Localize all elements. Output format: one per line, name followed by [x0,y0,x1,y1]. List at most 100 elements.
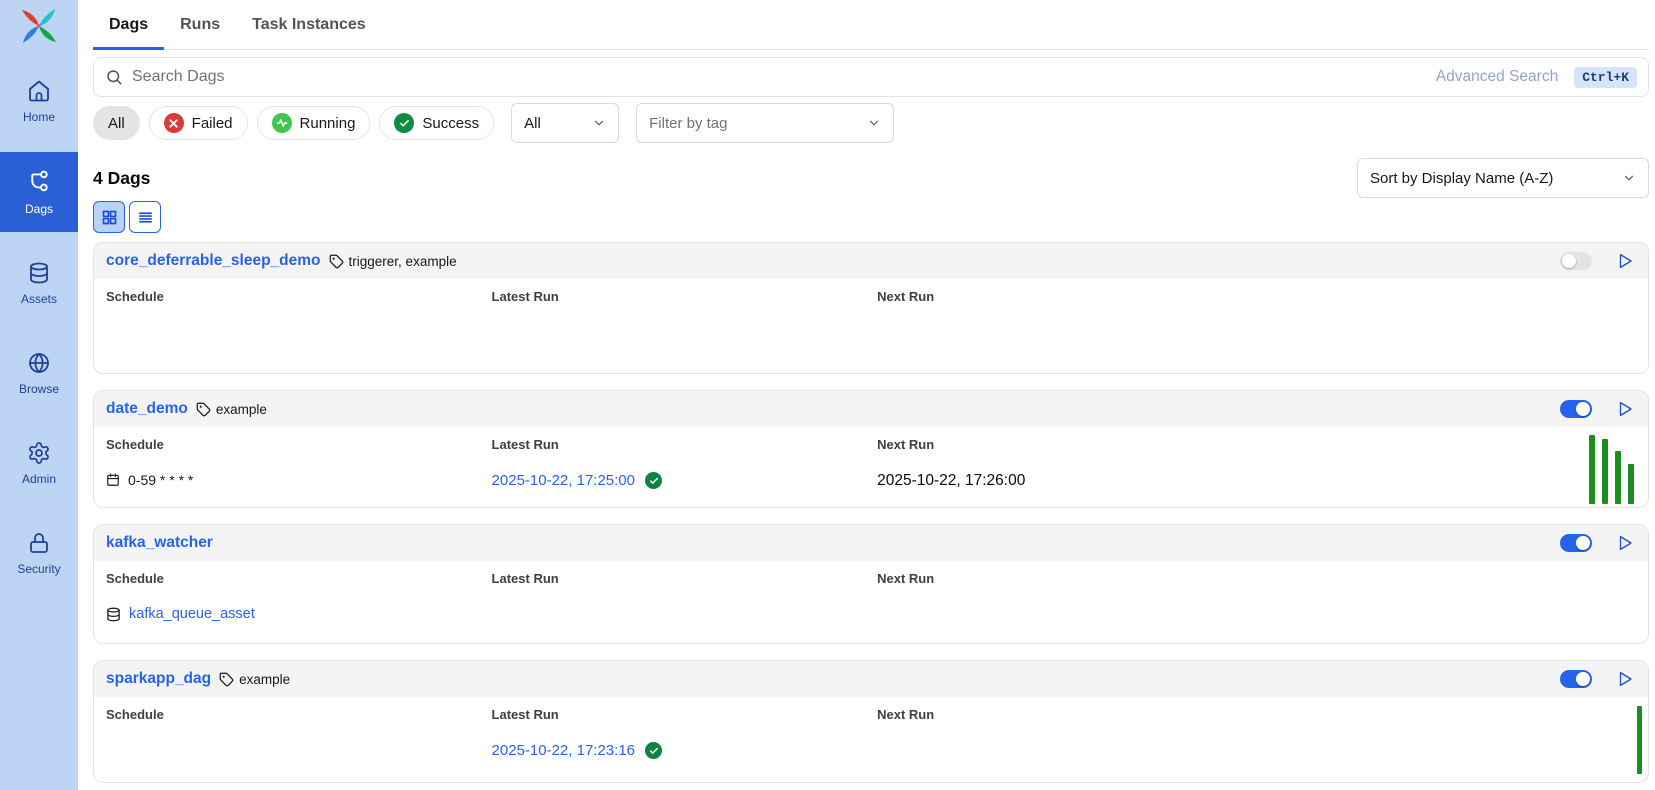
play-icon [1616,670,1634,688]
chevron-down-icon [1622,171,1636,185]
dag-pause-toggle[interactable] [1560,534,1592,552]
filter-chip-failed[interactable]: Failed [149,106,248,140]
run-bar[interactable] [1589,435,1595,504]
schedule-column-label: Schedule [106,437,492,452]
dag-card-header: kafka_watcher [94,525,1648,561]
dag-name-link[interactable]: date_demo [106,400,188,418]
sidebar-item-label: Security [17,562,60,576]
schedule-value: 0-59 * * * * [128,472,193,488]
dag-name-link[interactable]: core_deferrable_sleep_demo [106,252,321,270]
dag-card-header: date_demo example [94,391,1648,427]
dag-pause-toggle[interactable] [1560,400,1592,418]
chip-label: Success [422,115,479,132]
dag-card-header: sparkapp_dag example [94,661,1648,697]
chip-label: All [108,115,125,132]
chip-label: Running [300,115,356,132]
running-icon [272,113,292,133]
dag-name-link[interactable]: kafka_watcher [106,534,213,552]
sidebar-item-assets[interactable]: Assets [0,244,78,322]
dag-card-body: Schedule kafka_queue_asset Latest Run Ne… [94,561,1648,643]
next-run-column-label: Next Run [877,437,1636,452]
search-bar: Advanced Search Ctrl+K [93,57,1649,97]
airflow-pinwheel-icon [19,6,59,46]
table-view-button[interactable] [129,201,161,233]
sidebar-item-label: Home [23,110,55,124]
paused-filter-value: All [524,115,541,132]
dag-tags: triggerer, example [329,254,457,269]
filters-row: All Failed Running Success All Filter by… [93,103,1649,143]
view-toggle-group [93,201,1649,233]
filter-chip-success[interactable]: Success [379,106,494,140]
tab-task-instances[interactable]: Task Instances [236,16,382,50]
tag-filter-placeholder: Filter by tag [649,115,727,132]
play-icon [1616,400,1634,418]
dag-icon [26,169,52,195]
lock-icon [27,531,51,555]
recent-runs-bar-chart[interactable] [1637,706,1642,774]
next-run-value: 2025-10-22, 17:26:00 [877,472,1025,490]
chip-label: Failed [192,115,233,132]
sidebar: Home Dags Assets Browse [0,0,78,790]
sidebar-item-browse[interactable]: Browse [0,334,78,412]
sidebar-item-label: Admin [22,472,56,486]
run-bar[interactable] [1602,439,1608,504]
sidebar-item-security[interactable]: Security [0,514,78,592]
sort-value: Sort by Display Name (A-Z) [1370,170,1553,187]
advanced-search-link[interactable]: Advanced Search [1436,68,1558,86]
dag-tag-text: triggerer, example [349,254,457,269]
filter-chip-running[interactable]: Running [257,106,371,140]
sidebar-item-home[interactable]: Home [0,62,78,140]
latest-run-link[interactable]: 2025-10-22, 17:23:16 [492,742,635,759]
trigger-dag-button[interactable] [1616,534,1634,552]
sidebar-item-label: Assets [21,292,57,306]
sidebar-item-dags[interactable]: Dags [0,152,78,232]
schedule-column-label: Schedule [106,571,492,586]
tag-filter-select[interactable]: Filter by tag [636,103,894,143]
tag-icon [329,254,344,269]
schedule-column-label: Schedule [106,707,492,722]
search-input[interactable] [93,57,1649,97]
run-bar[interactable] [1637,706,1642,774]
tag-icon [219,672,234,687]
next-run-column-label: Next Run [877,707,1636,722]
heading-row: 4 Dags Sort by Display Name (A-Z) [93,158,1649,198]
database-icon [27,261,51,285]
next-run-column-label: Next Run [877,289,1636,304]
schedule-asset-link[interactable]: kafka_queue_asset [129,606,255,622]
trigger-dag-button[interactable] [1616,400,1634,418]
dag-tags: example [219,672,290,687]
next-run-column-label: Next Run [877,571,1636,586]
trigger-dag-button[interactable] [1616,670,1634,688]
sort-select[interactable]: Sort by Display Name (A-Z) [1357,158,1649,198]
dag-card-date-demo: date_demo example Schedule [93,390,1649,508]
sidebar-item-label: Dags [25,202,53,216]
sidebar-item-admin[interactable]: Admin [0,424,78,502]
sidebar-item-label: Browse [19,382,59,396]
dag-card-kafka-watcher: kafka_watcher Schedule kafka_queue_asset [93,524,1649,644]
dag-pause-toggle[interactable] [1560,252,1592,270]
dag-card-list: core_deferrable_sleep_demo triggerer, ex… [93,242,1649,783]
latest-run-column-label: Latest Run [492,289,878,304]
tab-dags[interactable]: Dags [93,16,164,50]
latest-run-column-label: Latest Run [492,437,878,452]
grid-view-icon [101,209,118,226]
dag-pause-toggle[interactable] [1560,670,1592,688]
filter-chip-all[interactable]: All [93,106,140,140]
run-bar[interactable] [1615,451,1621,504]
search-right-controls: Advanced Search Ctrl+K [1436,57,1637,97]
recent-runs-bar-chart[interactable] [1589,435,1634,504]
latest-run-link[interactable]: 2025-10-22, 17:25:00 [492,472,635,489]
dag-tag-text: example [216,402,267,417]
dag-count: 4 Dags [93,168,150,189]
dag-tag-text: example [239,672,290,687]
dag-card-header: core_deferrable_sleep_demo triggerer, ex… [94,243,1648,279]
dag-name-link[interactable]: sparkapp_dag [106,670,211,688]
dag-card-body: Schedule 0-59 * * * * Latest Run 2025-10… [94,427,1648,507]
run-bar[interactable] [1628,464,1634,504]
paused-filter-select[interactable]: All [511,103,619,143]
airflow-logo[interactable] [0,0,78,62]
tab-runs[interactable]: Runs [164,16,236,50]
trigger-dag-button[interactable] [1616,252,1634,270]
card-view-button[interactable] [93,201,125,233]
dag-card-body: Schedule Latest Run Next Run [94,279,1648,373]
